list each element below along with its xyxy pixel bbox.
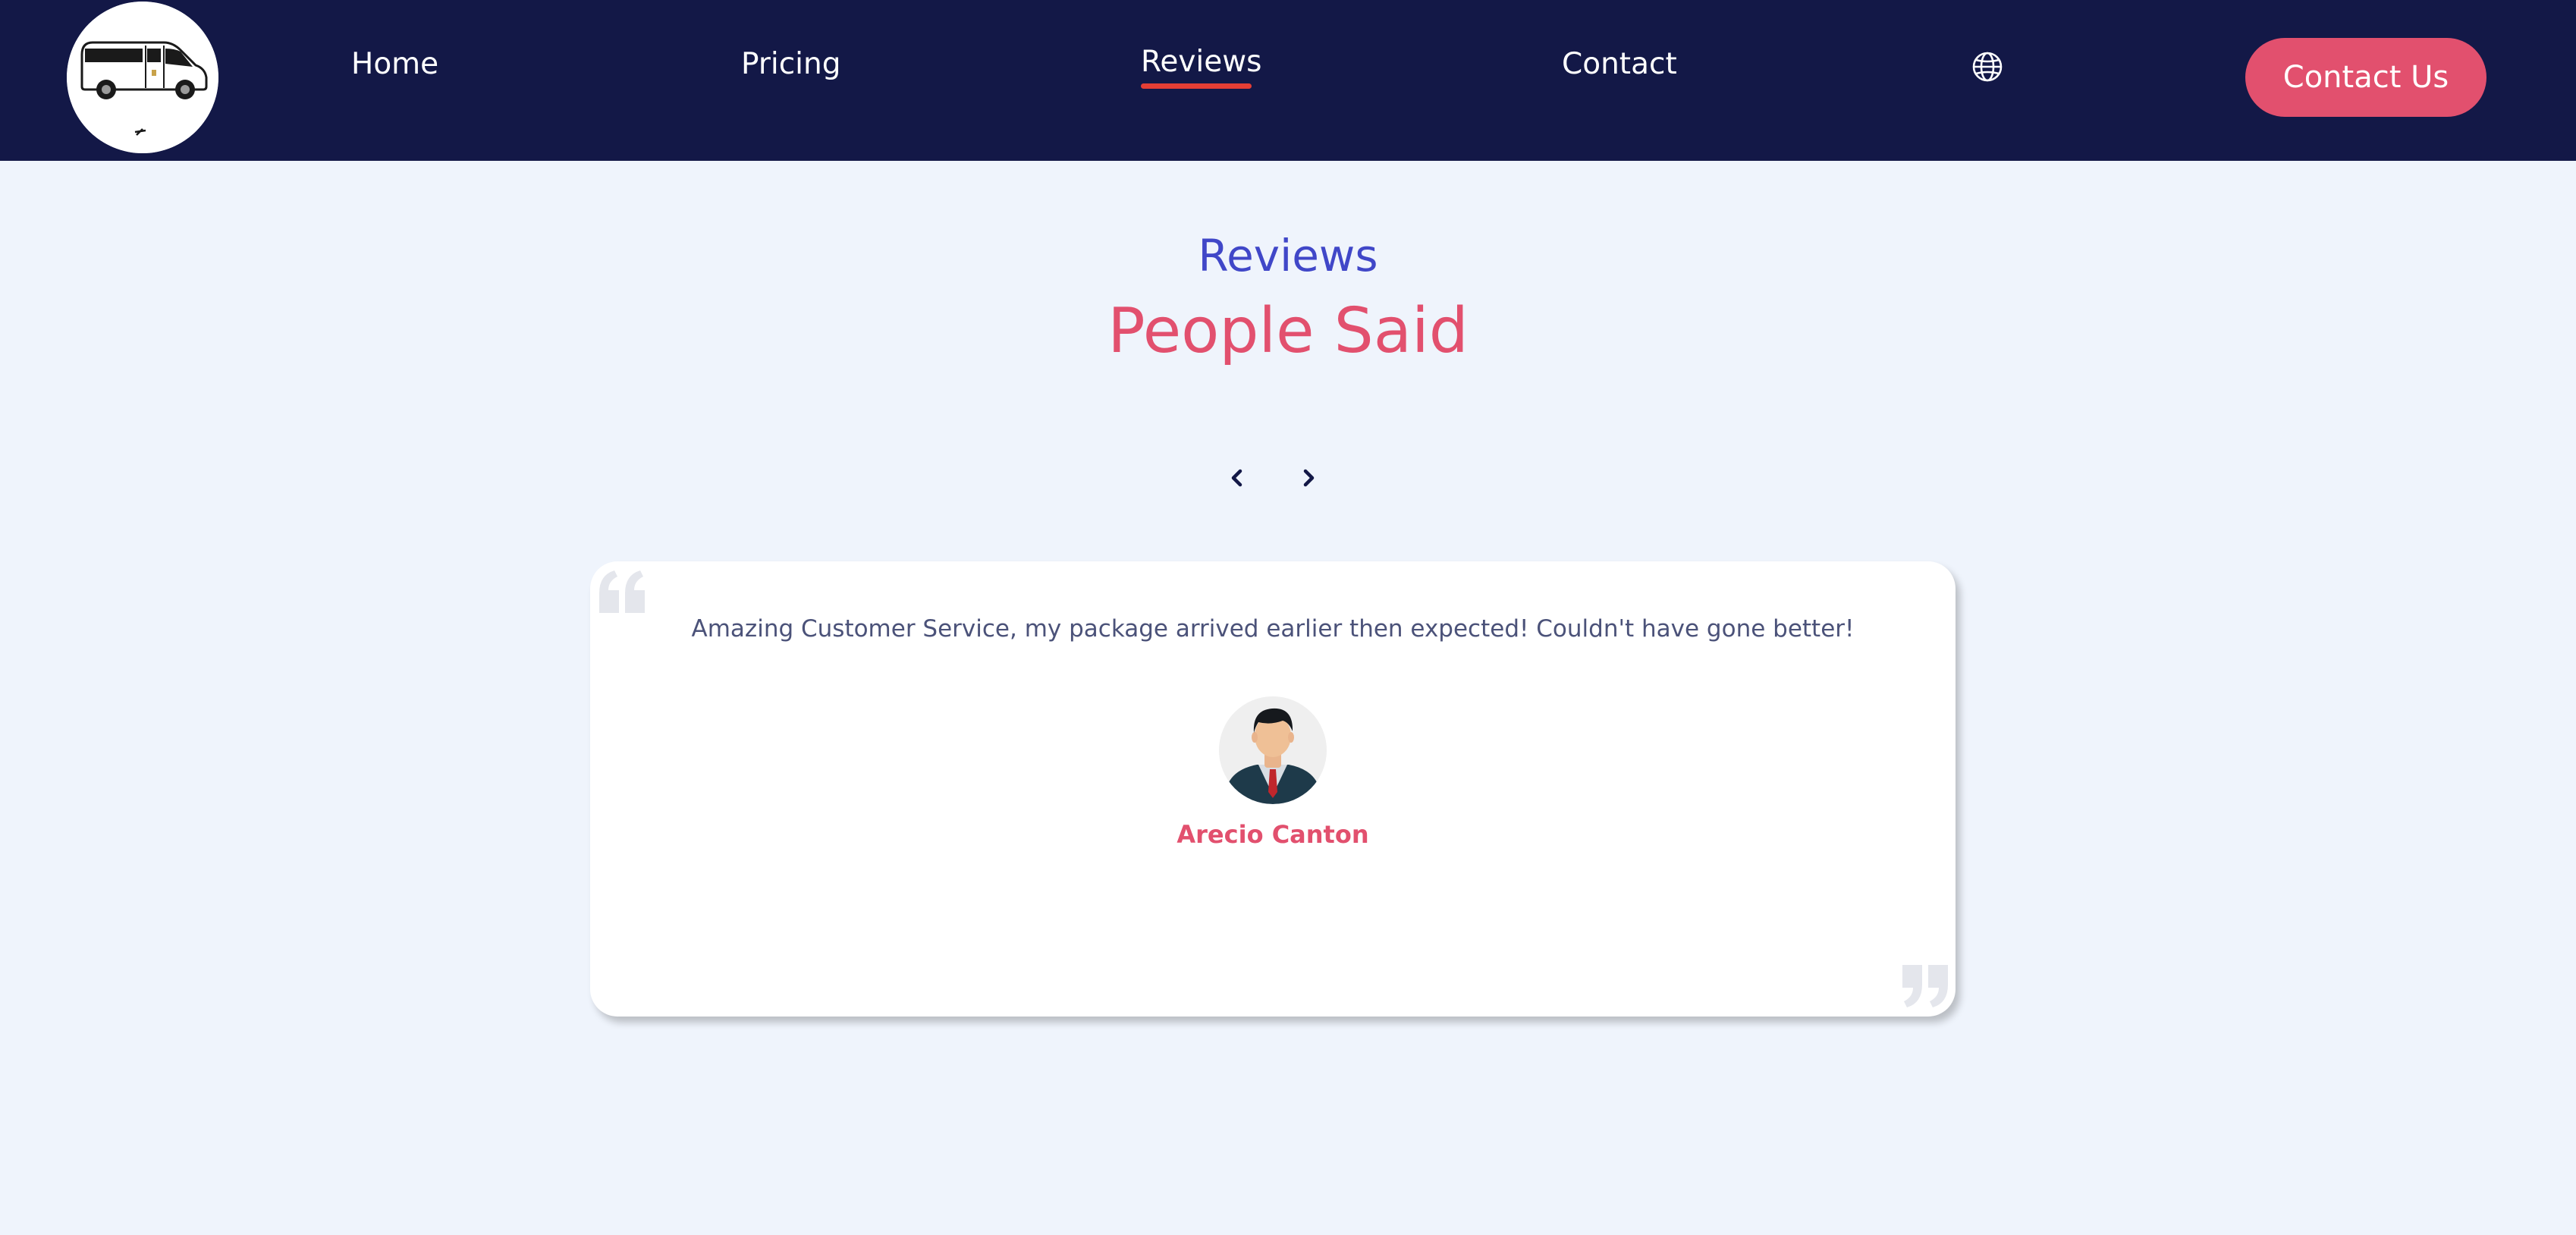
nav-link-reviews[interactable]: Reviews bbox=[1141, 47, 1261, 77]
contact-us-button[interactable]: Contact Us bbox=[2245, 38, 2486, 117]
section-title: People Said bbox=[1107, 295, 1469, 367]
van-logo-icon[interactable] bbox=[67, 2, 218, 153]
chevron-left-icon[interactable] bbox=[1220, 461, 1254, 495]
review-card: Amazing Customer Service, my package arr… bbox=[590, 561, 1956, 1017]
male-avatar-icon bbox=[1219, 696, 1327, 804]
top-navbar: Home Pricing Reviews Contact Contact Us bbox=[0, 0, 2576, 161]
section-subtitle: Reviews bbox=[1198, 230, 1378, 281]
nav-link-home[interactable]: Home bbox=[351, 49, 438, 79]
reviewer-name: Arecio Canton bbox=[1176, 820, 1369, 849]
globe-icon[interactable] bbox=[1971, 50, 2004, 83]
chevron-right-icon[interactable] bbox=[1292, 461, 1325, 495]
nav-link-pricing[interactable]: Pricing bbox=[741, 49, 840, 79]
active-nav-indicator bbox=[1141, 83, 1252, 89]
quote-open-icon bbox=[598, 569, 646, 614]
nav-link-contact[interactable]: Contact bbox=[1562, 49, 1677, 79]
quote-close-icon bbox=[1901, 963, 1949, 1009]
review-text: Amazing Customer Service, my package arr… bbox=[691, 615, 1855, 643]
